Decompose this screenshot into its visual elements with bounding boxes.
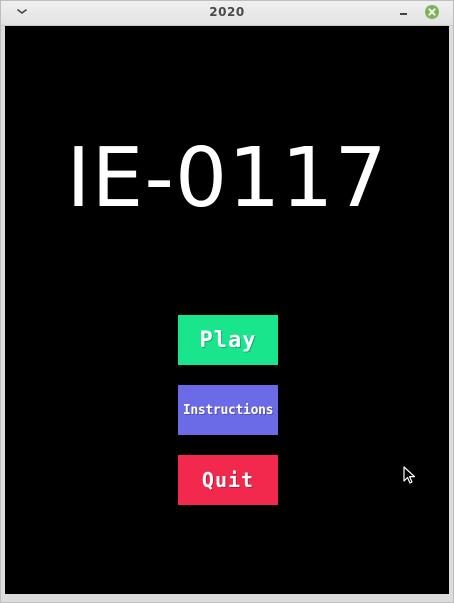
minimize-icon[interactable]: [397, 4, 411, 18]
title-bar[interactable]: 2020: [1, 1, 453, 26]
instructions-button[interactable]: Instructions: [178, 385, 278, 435]
close-icon[interactable]: [424, 4, 440, 20]
app-window: 2020 IE-0117 Play Instructions Quit: [0, 0, 454, 603]
game-canvas[interactable]: IE-0117 Play Instructions Quit: [5, 26, 449, 594]
mouse-pointer-icon: [403, 466, 417, 486]
quit-button[interactable]: Quit: [178, 455, 278, 505]
play-button[interactable]: Play: [178, 315, 278, 365]
window-title: 2020: [209, 5, 245, 19]
game-title: IE-0117: [66, 131, 388, 226]
